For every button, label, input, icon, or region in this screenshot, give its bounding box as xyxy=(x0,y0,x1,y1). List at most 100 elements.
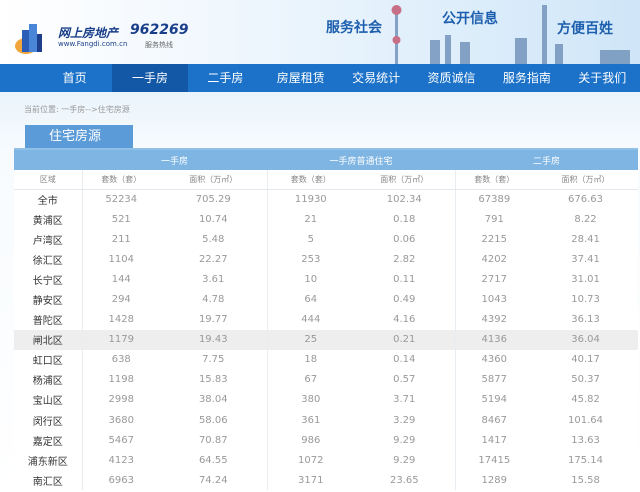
nav-rental[interactable]: 房屋租赁 xyxy=(263,64,338,92)
table-row: 杨浦区 1198 15.83 67 0.57 5877 50.37 xyxy=(14,369,638,390)
cell-value: 67389 xyxy=(454,189,534,210)
cell-value: 19.77 xyxy=(198,314,228,326)
district-name: 南汇区 xyxy=(32,476,63,488)
cell-value: 986 xyxy=(266,430,355,451)
cell-value: 101.64 xyxy=(568,414,604,426)
slogan-2: 公开信息 xyxy=(442,11,498,27)
cell-value: 13.63 xyxy=(571,434,600,446)
cell-value: 17415 xyxy=(454,450,534,471)
cell-value: 2717 xyxy=(454,269,534,290)
cell-value: 1289 xyxy=(454,470,534,491)
district-name: 卢湾区 xyxy=(32,235,63,247)
cell-value: 10.74 xyxy=(198,213,228,225)
table-row: 闵行区 3680 58.06 361 3.29 8467 101.64 xyxy=(14,410,638,431)
district-name: 宝山区 xyxy=(32,396,63,408)
cell-value: 0.14 xyxy=(393,354,416,366)
cell-value: 10.73 xyxy=(571,294,600,306)
cell-value: 23.65 xyxy=(389,474,419,486)
cell-value: 74.24 xyxy=(198,474,228,486)
nav-credentials[interactable]: 资质诚信 xyxy=(414,64,489,92)
cell-value: 4392 xyxy=(454,309,534,330)
cell-value: 36.13 xyxy=(571,314,600,326)
cell-value: 1417 xyxy=(454,430,534,451)
cell-value: 0.18 xyxy=(393,213,416,225)
cell-value: 361 xyxy=(266,410,355,431)
tab-residential-listings[interactable]: 住宅房源 xyxy=(25,125,133,149)
nav-about[interactable]: 关于我们 xyxy=(565,64,640,92)
cell-value: 3171 xyxy=(266,470,355,491)
cell-value: 211 xyxy=(81,229,160,250)
cell-value: 144 xyxy=(81,269,160,290)
cell-value: 1104 xyxy=(81,249,160,270)
nav-statistics[interactable]: 交易统计 xyxy=(339,64,414,92)
cell-value: 9.29 xyxy=(393,454,416,466)
district-name: 闸北区 xyxy=(32,336,63,348)
cell-value: 8467 xyxy=(454,410,534,431)
slogan-3: 方便百姓 xyxy=(557,21,613,37)
nav-second-hand[interactable]: 二手房 xyxy=(188,64,263,92)
table-row: 徐汇区 1104 22.27 253 2.82 4202 37.41 xyxy=(14,249,638,270)
table-row: 黄浦区 521 10.74 21 0.18 791 8.22 xyxy=(14,209,638,230)
district-name: 虹口区 xyxy=(32,356,63,368)
cell-value: 5 xyxy=(266,229,355,250)
logo-text: 网上房地产 xyxy=(58,26,119,40)
cell-value: 38.04 xyxy=(198,394,228,406)
cell-value: 444 xyxy=(266,309,355,330)
hotline-number: 962269 xyxy=(130,22,189,38)
cell-value: 50.37 xyxy=(571,374,600,386)
cell-value: 4360 xyxy=(454,349,534,370)
nav-guide[interactable]: 服务指南 xyxy=(489,64,564,92)
cell-value: 8.22 xyxy=(574,213,597,225)
listings-table: 一手房 一手房普通住宅 二手房 区域 套数（套） 面积（万㎡） 套数（套） 面积（万㎡）… xyxy=(14,150,639,491)
cell-value: 638 xyxy=(81,349,160,370)
group-header: 一手房 xyxy=(82,150,268,170)
cell-value: 0.49 xyxy=(393,294,416,306)
cell-value: 2215 xyxy=(454,229,534,250)
logo-url: www.Fangdi.com.cn xyxy=(58,40,128,48)
cell-value: 58.06 xyxy=(198,414,228,426)
cell-value: 1043 xyxy=(454,289,534,310)
table-row: 浦东新区 4123 64.55 1072 9.29 17415 175.14 xyxy=(14,450,638,471)
table-row: 闸北区 1179 19.43 25 0.21 4136 36.04 xyxy=(14,329,639,350)
cell-value: 5467 xyxy=(81,430,160,451)
cell-value: 294 xyxy=(81,289,160,310)
table-row: 普陀区 1428 19.77 444 4.16 4392 36.13 xyxy=(14,309,638,330)
table-row: 静安区 294 4.78 64 0.49 1043 10.73 xyxy=(14,289,638,310)
column-header: 面积（万㎡） xyxy=(533,170,639,190)
cell-value: 36.04 xyxy=(571,334,600,346)
cell-value: 22.27 xyxy=(198,253,228,265)
nav-home[interactable]: 首页 xyxy=(37,64,112,92)
cell-value: 64.55 xyxy=(198,454,228,466)
breadcrumb: 当前位置: 一手房-->住宅房源 xyxy=(24,105,130,114)
cell-value: 70.87 xyxy=(198,434,228,446)
cell-value: 1179 xyxy=(81,329,160,350)
cell-value: 18 xyxy=(266,349,355,370)
cell-value: 1072 xyxy=(266,450,355,471)
cell-value: 3.29 xyxy=(393,414,416,426)
cell-value: 10 xyxy=(266,269,355,290)
cell-value: 5194 xyxy=(454,389,534,411)
cell-value: 0.57 xyxy=(393,374,416,386)
cell-value: 102.34 xyxy=(386,193,422,205)
nav-new-homes[interactable]: 一手房 xyxy=(112,64,188,92)
table-row: 嘉定区 5467 70.87 986 9.29 1417 13.63 xyxy=(14,430,638,451)
cell-value: 52234 xyxy=(81,189,160,210)
district-name: 静安区 xyxy=(32,296,63,308)
district-name: 全市 xyxy=(37,195,58,207)
cell-value: 64 xyxy=(266,289,355,310)
cell-value: 9.29 xyxy=(393,434,416,446)
cell-value: 15.58 xyxy=(571,474,600,486)
cell-value: 19.43 xyxy=(198,334,228,346)
site-header: 网上房地产 www.Fangdi.com.cn 962269 服务热线 服务社会… xyxy=(0,0,640,64)
hotline-label: 服务热线 xyxy=(145,41,173,49)
group-header: 一手房普通住宅 xyxy=(267,150,456,170)
table-row: 全市 52234 705.29 11930 102.34 67389 676.63 xyxy=(14,189,638,210)
cell-value: 4123 xyxy=(81,450,160,471)
column-header: 套数（套） xyxy=(81,170,160,190)
cell-value: 4.16 xyxy=(393,314,416,326)
cell-value: 521 xyxy=(81,209,160,230)
cell-value: 0.11 xyxy=(393,273,416,285)
district-name: 杨浦区 xyxy=(32,376,63,388)
cell-value: 7.75 xyxy=(202,354,225,366)
cell-value: 3680 xyxy=(81,410,160,431)
